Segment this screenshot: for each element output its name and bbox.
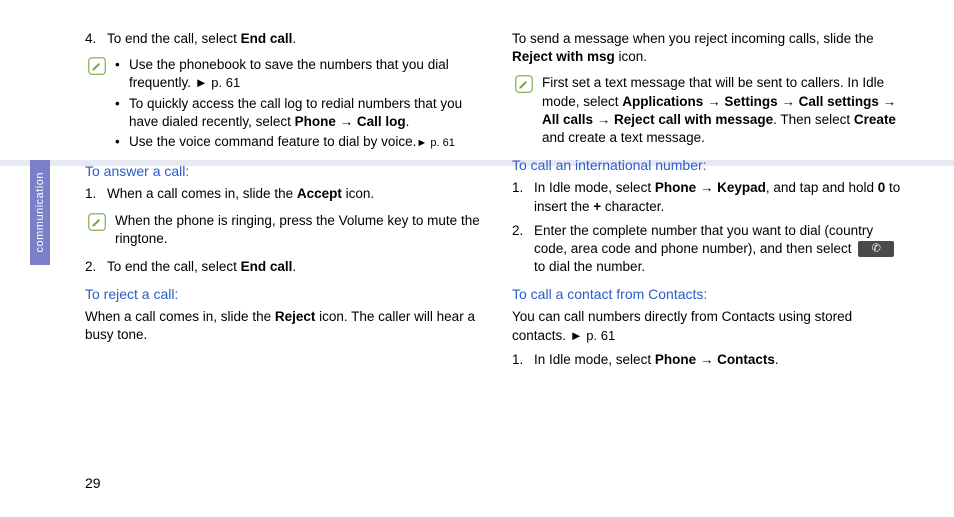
note-body: • Use the phonebook to save the numbers … <box>109 56 482 153</box>
bullet-item: • To quickly access the call log to redi… <box>115 95 482 131</box>
note-box: When the phone is ringing, press the Vol… <box>85 212 482 248</box>
list-number: 2. <box>85 258 107 276</box>
note-box: First set a text message that will be se… <box>512 74 909 147</box>
heading-answer-call: To answer a call: <box>85 163 482 179</box>
page-number: 29 <box>85 475 101 491</box>
list-text: When a call comes in, slide the Accept i… <box>107 185 482 203</box>
list-text: To end the call, select End call. <box>107 30 482 48</box>
bullet-item: • Use the voice command feature to dial … <box>115 133 482 151</box>
list-item: 1. In Idle mode, select Phone → Keypad, … <box>512 179 909 215</box>
list-item: 2. Enter the complete number that you wa… <box>512 222 909 277</box>
note-icon <box>85 212 109 248</box>
list-text: To end the call, select End call. <box>107 258 482 276</box>
heading-international: To call an international number: <box>512 157 909 173</box>
note-body: First set a text message that will be se… <box>536 74 909 147</box>
note-icon <box>85 56 109 153</box>
paragraph: When a call comes in, slide the Reject i… <box>85 308 482 344</box>
list-item: 2. To end the call, select End call. <box>85 258 482 276</box>
list-number: 1. <box>85 185 107 203</box>
pencil-note-icon <box>515 75 533 93</box>
list-text: In Idle mode, select Phone → Keypad, and… <box>534 179 909 215</box>
note-icon <box>512 74 536 147</box>
note-box: • Use the phonebook to save the numbers … <box>85 56 482 153</box>
note-body: When the phone is ringing, press the Vol… <box>109 212 482 248</box>
left-column: 4. To end the call, select End call. • U… <box>85 30 482 375</box>
list-item: 1. In Idle mode, select Phone → Contacts… <box>512 351 909 369</box>
list-number: 1. <box>512 351 534 369</box>
side-tab-label: communication <box>34 172 46 252</box>
list-number: 4. <box>85 30 107 48</box>
call-button-icon <box>858 241 894 257</box>
pencil-note-icon <box>88 57 106 75</box>
bullet-item: • Use the phonebook to save the numbers … <box>115 56 482 92</box>
paragraph: You can call numbers directly from Conta… <box>512 308 909 344</box>
side-tab: communication <box>30 160 50 265</box>
pencil-note-icon <box>88 213 106 231</box>
heading-contacts: To call a contact from Contacts: <box>512 286 909 302</box>
page-content: 4. To end the call, select End call. • U… <box>0 0 954 375</box>
heading-reject-call: To reject a call: <box>85 286 482 302</box>
list-number: 1. <box>512 179 534 215</box>
list-text: Enter the complete number that you want … <box>534 222 909 277</box>
list-item: 1. When a call comes in, slide the Accep… <box>85 185 482 203</box>
right-column: To send a message when you reject incomi… <box>512 30 909 375</box>
list-item: 4. To end the call, select End call. <box>85 30 482 48</box>
list-number: 2. <box>512 222 534 277</box>
paragraph: To send a message when you reject incomi… <box>512 30 909 66</box>
list-text: In Idle mode, select Phone → Contacts. <box>534 351 909 369</box>
